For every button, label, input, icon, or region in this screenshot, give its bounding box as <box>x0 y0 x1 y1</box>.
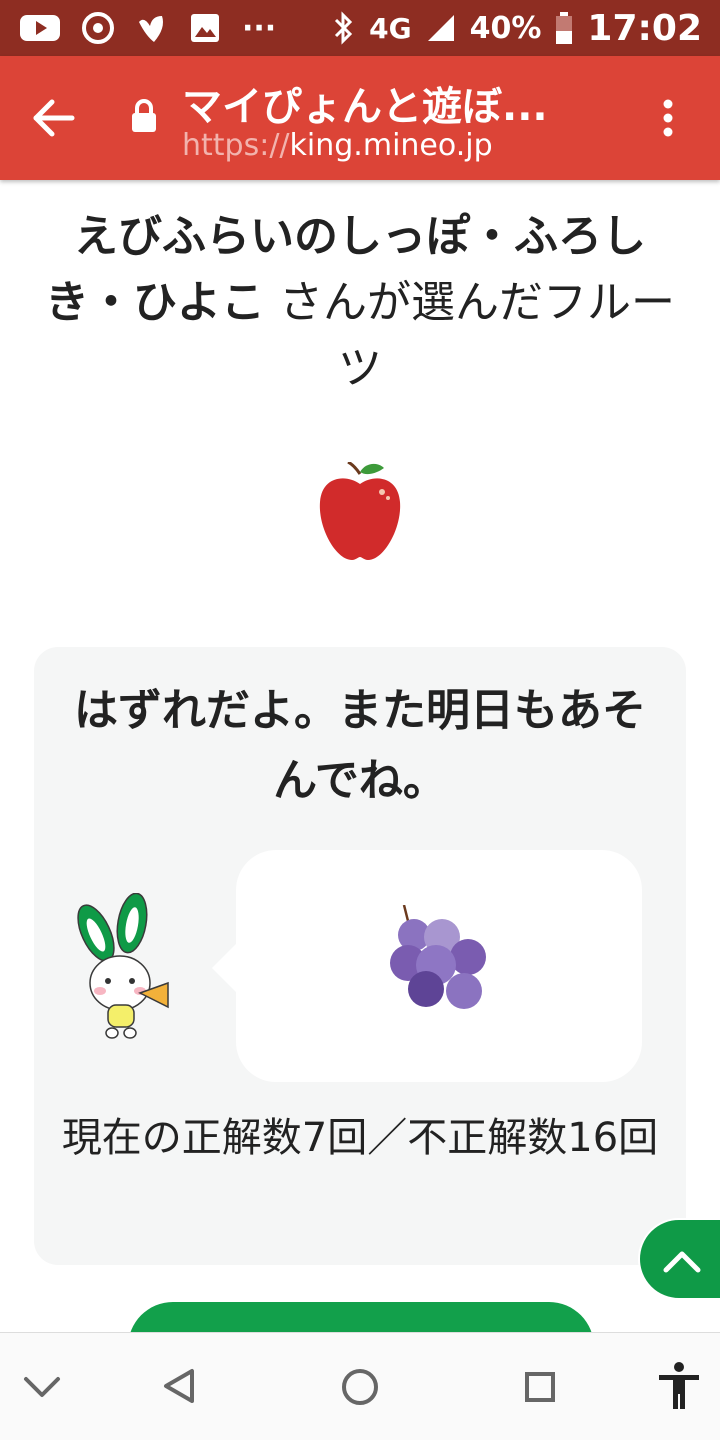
more-dots-icon: ··· <box>242 10 277 46</box>
system-nav-bar <box>0 1332 720 1440</box>
speech-bubble-tail <box>212 942 238 994</box>
app-icon <box>139 16 163 42</box>
scroll-to-top-button[interactable] <box>638 1218 720 1300</box>
browser-toolbar: マイぴょんと遊ぼ... https://king.mineo.jp <box>0 56 720 180</box>
url-host: king.mineo.jp <box>289 128 493 163</box>
battery-percent: 40% <box>469 10 542 46</box>
status-bar-notifications: ··· <box>20 11 298 46</box>
clock: 17:02 <box>587 7 702 49</box>
bluetooth-icon <box>335 11 353 45</box>
url-scheme: https:// <box>182 128 290 163</box>
chrome-icon <box>82 12 114 44</box>
chevron-down-icon[interactable] <box>22 1373 62 1401</box>
heading-suffix: さんが選んだフルーツ <box>265 277 675 394</box>
accessibility-icon[interactable] <box>656 1361 702 1411</box>
result-message: はずれだよ。また明日もあそんでね。 <box>74 685 646 806</box>
network-type: 4G <box>369 11 412 45</box>
score-text: 現在の正解数7回／不正解数16回 <box>61 1115 659 1161</box>
chevron-up-icon <box>663 1251 701 1273</box>
back-triangle-icon[interactable] <box>162 1367 196 1405</box>
signal-icon <box>427 15 454 41</box>
overflow-menu-icon[interactable] <box>650 94 686 142</box>
apple-icon <box>319 462 401 560</box>
image-icon <box>191 14 219 42</box>
url-bar[interactable]: https://king.mineo.jp <box>182 128 493 163</box>
home-circle-icon[interactable] <box>340 1367 380 1407</box>
mascot-rabbit-icon <box>77 893 169 1039</box>
battery-icon <box>556 12 573 44</box>
recents-square-icon[interactable] <box>524 1371 556 1403</box>
page-title: マイぴょんと遊ぼ... <box>182 84 548 130</box>
status-bar: ··· 4G 40% 17:02 <box>0 0 720 56</box>
back-arrow-icon[interactable] <box>30 94 78 142</box>
status-bar-system: 4G 40% 17:02 <box>319 8 702 49</box>
fruit-choice-heading: えびふらいのしっぽ・ふろしき・ひよこ さんが選んだフルーツ <box>40 204 680 402</box>
lock-icon <box>132 99 156 132</box>
youtube-icon <box>20 15 60 41</box>
grapes-icon <box>390 905 486 1009</box>
